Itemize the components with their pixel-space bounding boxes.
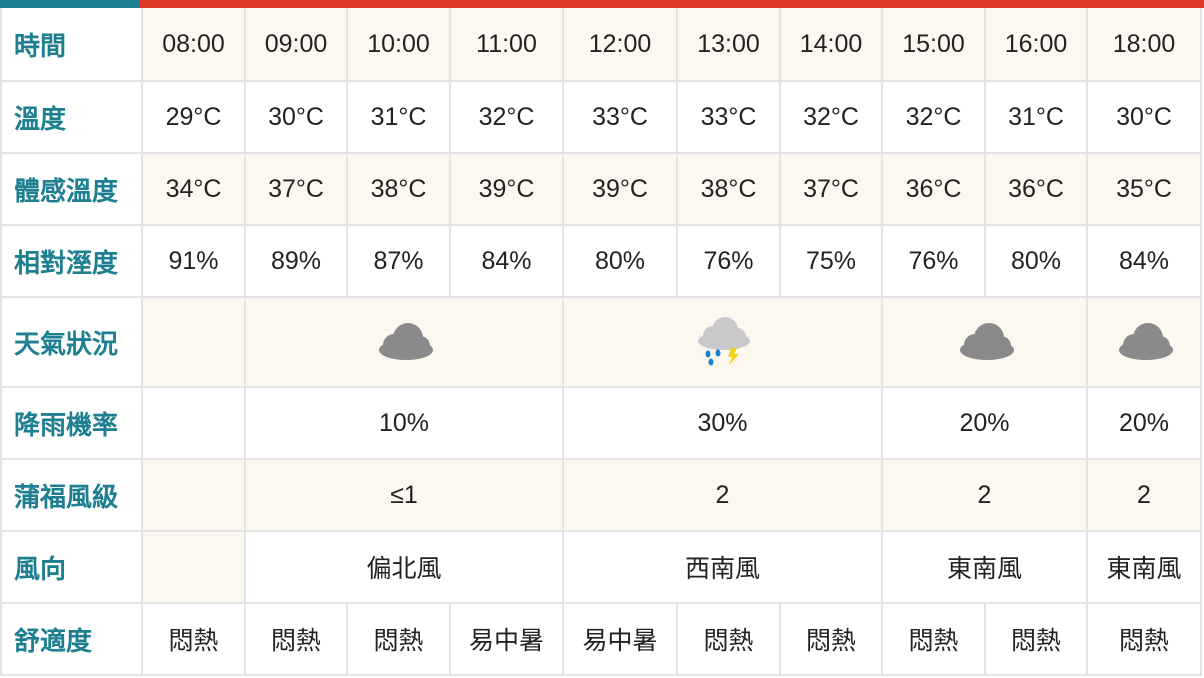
beaufort-cell: 2 xyxy=(562,458,883,532)
humidity-row: 相對溼度 91% 89% 87% 84% 80% 76% 75% 76% 80%… xyxy=(0,224,1202,298)
cloudy-icon xyxy=(379,323,433,360)
wind-empty-cell xyxy=(141,530,246,604)
rain-probability-cell: 20% xyxy=(881,386,1088,460)
row-label-rain-probability: 降雨機率 xyxy=(0,386,143,460)
humidity-cell: 87% xyxy=(346,224,451,298)
temperature-cell: 30°C xyxy=(1086,80,1202,154)
row-label-time: 時間 xyxy=(0,8,143,82)
beaufort-row: 蒲福風級 ≤1 2 2 2 xyxy=(0,458,1202,532)
humidity-cell: 84% xyxy=(1086,224,1202,298)
temperature-cell: 31°C xyxy=(984,80,1088,154)
row-label-comfort: 舒適度 xyxy=(0,602,143,676)
time-cell: 18:00 xyxy=(1086,8,1202,82)
comfort-cell: 悶熱 xyxy=(346,602,451,676)
rain-probability-row: 降雨機率 10% 30% 20% 20% xyxy=(0,386,1202,460)
humidity-cell: 89% xyxy=(244,224,348,298)
wind-direction-cell: 東南風 xyxy=(881,530,1088,604)
comfort-cell: 悶熱 xyxy=(1086,602,1202,676)
accent-bar-teal xyxy=(0,0,140,8)
rain-probability-cell: 20% xyxy=(1086,386,1202,460)
feels-like-cell: 35°C xyxy=(1086,152,1202,226)
feels-like-row: 體感溫度 34°C 37°C 38°C 39°C 39°C 38°C 37°C … xyxy=(0,152,1202,226)
humidity-cell: 75% xyxy=(779,224,883,298)
comfort-cell: 易中暑 xyxy=(449,602,564,676)
temperature-row: 溫度 29°C 30°C 31°C 32°C 33°C 33°C 32°C 32… xyxy=(0,80,1202,154)
humidity-cell: 91% xyxy=(141,224,246,298)
feels-like-cell: 37°C xyxy=(779,152,883,226)
feels-like-cell: 38°C xyxy=(676,152,781,226)
weather-icon-cell xyxy=(244,296,564,388)
row-label-temperature: 溫度 xyxy=(0,80,143,154)
time-cell: 14:00 xyxy=(779,8,883,82)
wind-direction-cell: 西南風 xyxy=(562,530,883,604)
cloudy-icon xyxy=(959,323,1014,360)
time-row: 時間 08:00 09:00 10:00 11:00 12:00 13:00 1… xyxy=(0,8,1202,82)
row-label-humidity: 相對溼度 xyxy=(0,224,143,298)
weather-row: 天氣狀況 xyxy=(0,296,1202,388)
thunder-shower-icon xyxy=(697,317,750,366)
humidity-cell: 76% xyxy=(881,224,986,298)
comfort-cell: 悶熱 xyxy=(779,602,883,676)
accent-bar-red xyxy=(140,0,1204,8)
beaufort-empty-cell xyxy=(141,458,246,532)
beaufort-cell: ≤1 xyxy=(244,458,564,532)
rain-probability-cell: 30% xyxy=(562,386,883,460)
humidity-cell: 80% xyxy=(984,224,1088,298)
wind-direction-cell: 偏北風 xyxy=(244,530,564,604)
row-label-beaufort: 蒲福風級 xyxy=(0,458,143,532)
time-cell: 11:00 xyxy=(449,8,564,82)
beaufort-cell: 2 xyxy=(881,458,1088,532)
feels-like-cell: 39°C xyxy=(562,152,678,226)
time-cell: 10:00 xyxy=(346,8,451,82)
time-cell: 12:00 xyxy=(562,8,678,82)
wind-direction-cell: 東南風 xyxy=(1086,530,1202,604)
wind-direction-row: 風向 偏北風 西南風 東南風 東南風 xyxy=(0,530,1202,604)
comfort-cell: 悶熱 xyxy=(881,602,986,676)
time-cell: 13:00 xyxy=(676,8,781,82)
feels-like-cell: 36°C xyxy=(984,152,1088,226)
humidity-cell: 76% xyxy=(676,224,781,298)
comfort-cell: 悶熱 xyxy=(244,602,348,676)
weather-icon-cell xyxy=(562,296,883,388)
row-label-feels-like: 體感溫度 xyxy=(0,152,143,226)
feels-like-cell: 34°C xyxy=(141,152,246,226)
cloudy-icon xyxy=(1119,323,1173,360)
row-label-wind-direction: 風向 xyxy=(0,530,143,604)
time-cell: 09:00 xyxy=(244,8,348,82)
comfort-cell: 悶熱 xyxy=(676,602,781,676)
rain-probability-cell: 10% xyxy=(244,386,564,460)
comfort-cell: 悶熱 xyxy=(984,602,1088,676)
time-cell: 08:00 xyxy=(141,8,246,82)
comfort-cell: 易中暑 xyxy=(562,602,678,676)
header-accent-bar xyxy=(0,0,1204,8)
humidity-cell: 80% xyxy=(562,224,678,298)
temperature-cell: 32°C xyxy=(449,80,564,154)
temperature-cell: 31°C xyxy=(346,80,451,154)
weather-icon-cell xyxy=(1086,296,1202,388)
time-cell: 15:00 xyxy=(881,8,986,82)
temperature-cell: 30°C xyxy=(244,80,348,154)
weather-empty-cell xyxy=(141,296,246,388)
temperature-cell: 33°C xyxy=(562,80,678,154)
feels-like-cell: 37°C xyxy=(244,152,348,226)
feels-like-cell: 36°C xyxy=(881,152,986,226)
comfort-row: 舒適度 悶熱 悶熱 悶熱 易中暑 易中暑 悶熱 悶熱 悶熱 悶熱 悶熱 xyxy=(0,602,1202,676)
beaufort-cell: 2 xyxy=(1086,458,1202,532)
feels-like-cell: 39°C xyxy=(449,152,564,226)
humidity-cell: 84% xyxy=(449,224,564,298)
temperature-cell: 32°C xyxy=(779,80,883,154)
time-cell: 16:00 xyxy=(984,8,1088,82)
comfort-cell: 悶熱 xyxy=(141,602,246,676)
temperature-cell: 32°C xyxy=(881,80,986,154)
row-label-weather: 天氣狀況 xyxy=(0,296,143,388)
feels-like-cell: 38°C xyxy=(346,152,451,226)
temperature-cell: 33°C xyxy=(676,80,781,154)
rain-empty-cell xyxy=(141,386,246,460)
temperature-cell: 29°C xyxy=(141,80,246,154)
weather-icon-cell xyxy=(881,296,1088,388)
hourly-forecast-table: 時間 08:00 09:00 10:00 11:00 12:00 13:00 1… xyxy=(0,8,1202,676)
